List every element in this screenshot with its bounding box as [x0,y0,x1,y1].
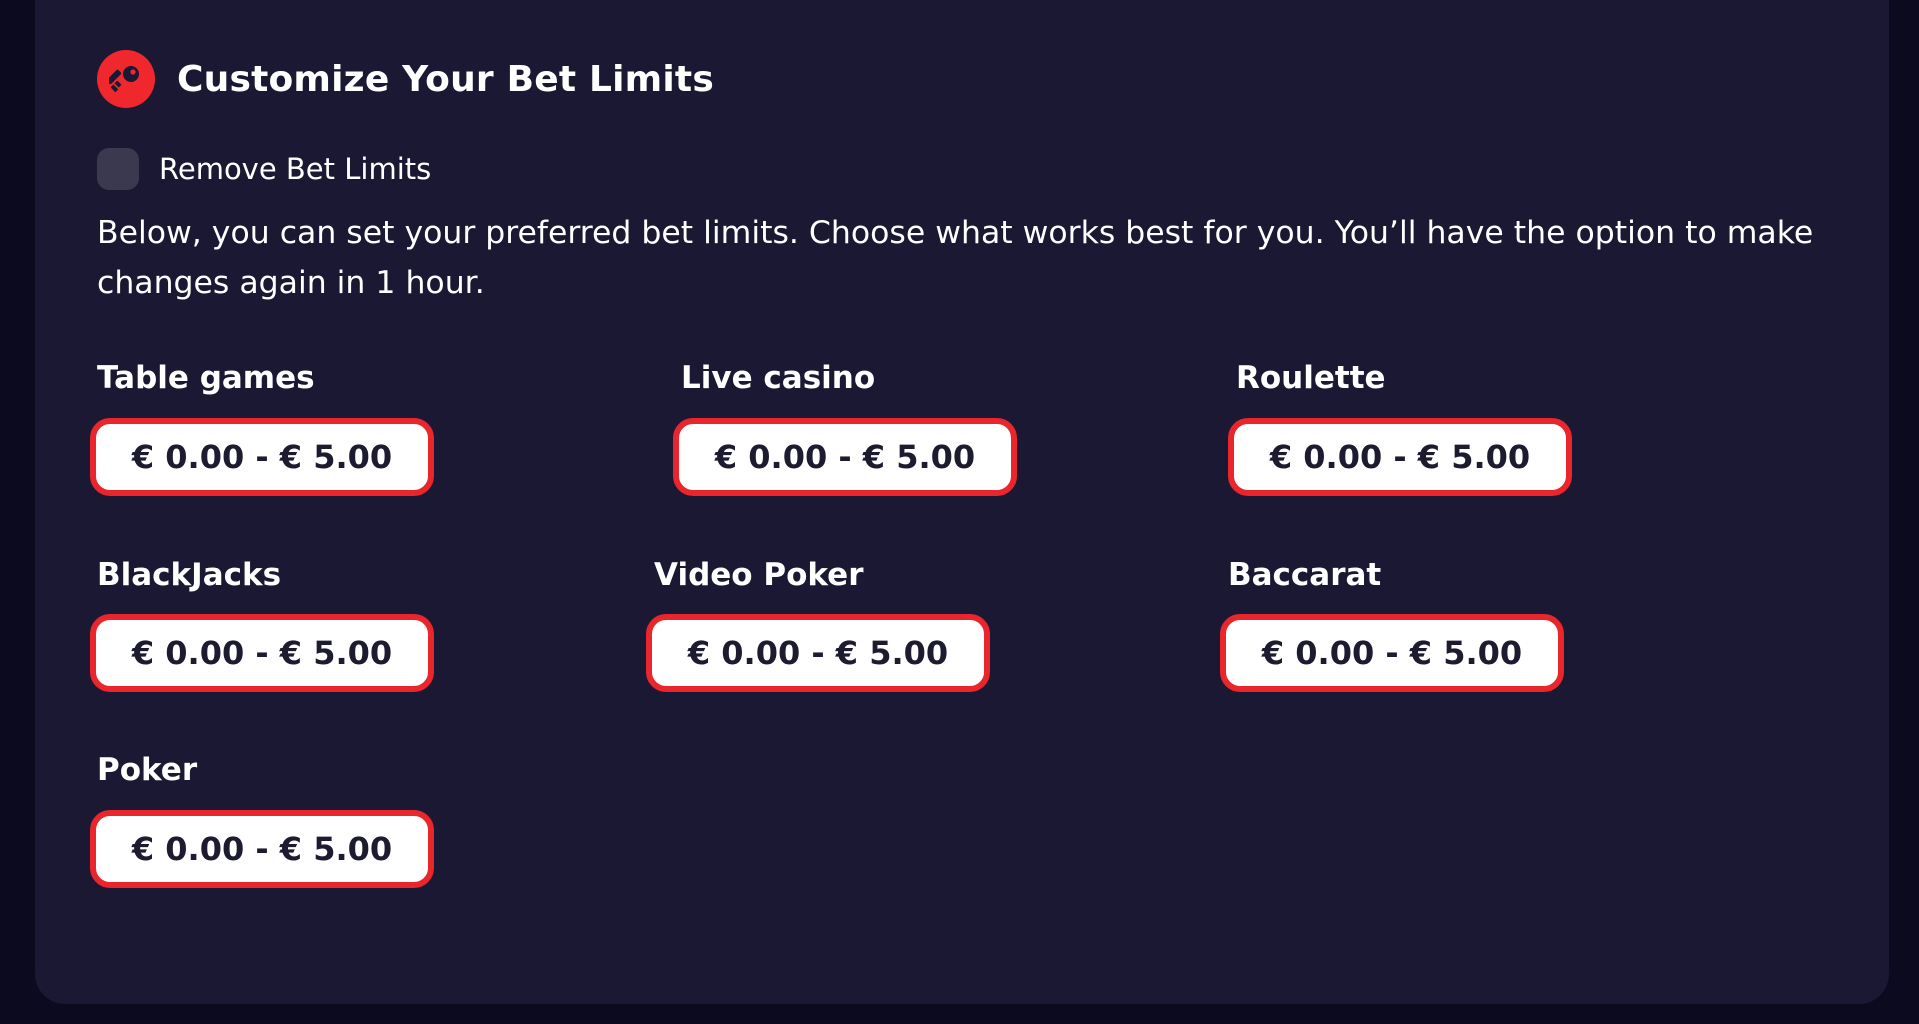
game-label: Live casino [681,360,876,396]
game-roulette: Roulette [1236,358,1386,398]
video-poker-limit-button[interactable]: € 0.00 - € 5.00 [646,614,990,692]
game-label: Roulette [1236,360,1386,396]
game-live-casino: Live casino [681,358,875,398]
game-label: Table games [97,360,315,396]
game-blackjacks: BlackJacks [97,555,281,595]
live-casino-limit-button[interactable]: € 0.00 - € 5.00 [673,418,1017,496]
game-table-games: Table games [97,358,315,398]
description-text: Below, you can set your preferred bet li… [97,215,1814,301]
game-video-poker: Video Poker [654,555,864,595]
page-title: Customize Your Bet Limits [177,58,714,100]
game-label: Poker [97,752,198,788]
remove-bet-limits-row[interactable]: Remove Bet Limits [97,148,431,190]
roulette-limit-button[interactable]: € 0.00 - € 5.00 [1228,418,1572,496]
table-games-limit-button[interactable]: € 0.00 - € 5.00 [90,418,434,496]
game-baccarat: Baccarat [1228,555,1381,595]
poker-limit-button[interactable]: € 0.00 - € 5.00 [90,810,434,888]
key-icon [97,50,155,108]
game-poker: Poker [97,750,197,790]
game-label: Baccarat [1228,557,1382,593]
blackjacks-limit-button[interactable]: € 0.00 - € 5.00 [90,614,434,692]
panel-header: Customize Your Bet Limits [97,50,714,108]
game-label: BlackJacks [97,557,282,593]
baccarat-limit-button[interactable]: € 0.00 - € 5.00 [1220,614,1564,692]
remove-bet-limits-checkbox[interactable] [97,148,139,190]
game-label: Video Poker [654,557,864,593]
remove-bet-limits-label: Remove Bet Limits [159,152,432,186]
